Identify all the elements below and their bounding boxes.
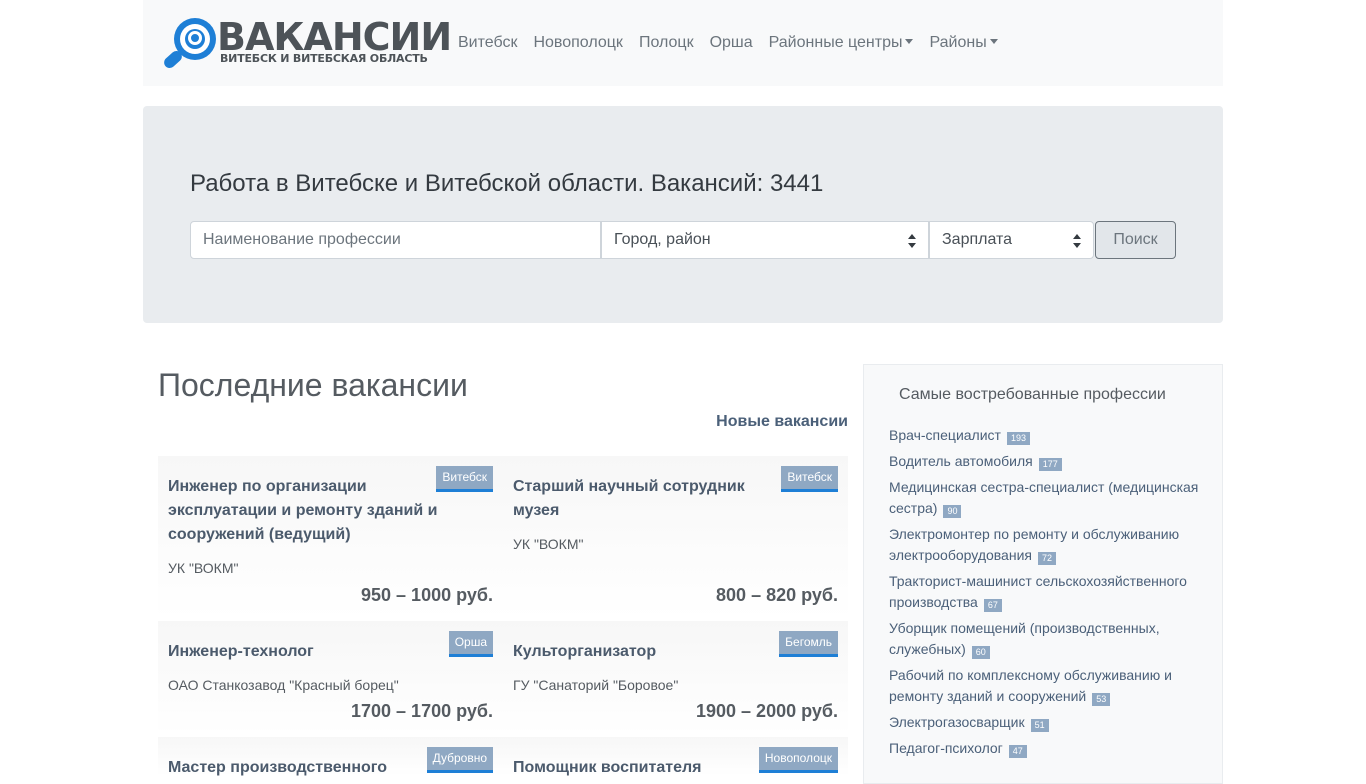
select-arrows-icon xyxy=(1073,234,1081,248)
logo-word: ВАКАНСИИ xyxy=(217,15,452,59)
vacancy-employer: ГУ "Санаторий "Боровое" xyxy=(513,677,679,693)
profession-count-badge: 72 xyxy=(1037,552,1056,565)
profession-link[interactable]: Уборщик помещений (производственных, слу… xyxy=(889,618,1199,660)
latest-vacancies-title: Последние вакансии xyxy=(158,367,468,403)
popular-professions-panel: Самые востребованные профессии Врач-спец… xyxy=(863,364,1223,784)
vacancy-employer: ОАО Станкозавод "Красный борец" xyxy=(168,677,399,693)
search-button[interactable]: Поиск xyxy=(1095,221,1176,259)
site-logo[interactable]: ВАКАНСИИ ВИТЕБСК И ВИТЕБСКАЯ ОБЛАСТЬ xyxy=(161,16,452,71)
profession-count-badge: 47 xyxy=(1008,745,1027,758)
hero-title: Работа в Витебске и Витебской области. В… xyxy=(190,170,824,197)
profession-label: Рабочий по комплексному обслуживанию и р… xyxy=(889,667,1172,704)
profession-label: Уборщик помещений (производственных, слу… xyxy=(889,620,1160,657)
profession-count-badge: 67 xyxy=(983,599,1002,612)
vacancy-title[interactable]: Инженер по организации эксплуатации и ре… xyxy=(168,475,448,547)
vacancy-title[interactable]: Культорганизатор xyxy=(513,640,793,664)
profession-input[interactable]: Наименование профессии xyxy=(190,221,601,259)
main-nav: Витебск Новополоцк Полоцк Орша Районные … xyxy=(450,31,1006,55)
vacancy-card[interactable]: Бегомль Культорганизатор ГУ "Санаторий "… xyxy=(503,620,848,735)
profession-label: Медицинская сестра-специалист (медицинск… xyxy=(889,479,1199,516)
vacancy-title[interactable]: Мастер производственного xyxy=(168,756,448,780)
salary-select[interactable]: Зарплата xyxy=(929,221,1094,259)
vacancy-title[interactable]: Старший научный сотрудник музея xyxy=(513,475,793,523)
new-vacancies-link[interactable]: Новые вакансии xyxy=(600,413,848,431)
profession-count-badge: 193 xyxy=(1006,432,1030,445)
profession-link[interactable]: Педагог-психолог 47 xyxy=(889,738,1199,759)
vacancy-card[interactable]: Новополоцк Помощник воспитателя xyxy=(503,736,848,776)
city-badge: Орша xyxy=(448,631,493,657)
vacancy-employer: УК "ВОКМ" xyxy=(168,560,239,576)
profession-label: Водитель автомобиля xyxy=(889,453,1033,469)
caret-down-icon xyxy=(989,39,998,44)
nav-link-orsha[interactable]: Орша xyxy=(702,31,761,55)
person-icon xyxy=(188,31,202,45)
search-hero: Работа в Витебске и Витебской области. В… xyxy=(143,106,1223,323)
vacancy-salary: 950 – 1000 руб. xyxy=(361,585,493,605)
profession-link[interactable]: Врач-специалист 193 xyxy=(889,425,1199,446)
profession-link[interactable]: Электромонтер по ремонту и обслуживанию … xyxy=(889,524,1199,566)
nav-dropdown-regional-label: Районные центры xyxy=(768,34,903,51)
vacancy-card[interactable]: Витебск Старший научный сотрудник музея … xyxy=(503,455,848,619)
city-select[interactable]: Город, район xyxy=(601,221,929,259)
profession-link[interactable]: Тракторист-машинист сельскохозяйственног… xyxy=(889,571,1199,613)
profession-link[interactable]: Электрогазосварщик 51 xyxy=(889,712,1199,733)
nav-dropdown-districts[interactable]: Районы xyxy=(921,31,1005,55)
vacancy-title[interactable]: Инженер-технолог xyxy=(168,640,448,664)
profession-label: Врач-специалист xyxy=(889,427,1001,443)
logo-subtitle: ВИТЕБСК И ВИТЕБСКАЯ ОБЛАСТЬ xyxy=(220,52,428,65)
profession-label: Педагог-психолог xyxy=(889,740,1003,756)
profession-link[interactable]: Медицинская сестра-специалист (медицинск… xyxy=(889,477,1199,519)
profession-label: Электрогазосварщик xyxy=(889,714,1025,730)
profession-count-badge: 53 xyxy=(1092,693,1111,706)
profession-label: Тракторист-машинист сельскохозяйственног… xyxy=(889,573,1187,610)
profession-label: Электромонтер по ремонту и обслуживанию … xyxy=(889,526,1180,563)
vacancy-salary: 1700 – 1700 руб. xyxy=(351,701,493,721)
nav-link-polotsk[interactable]: Полоцк xyxy=(631,31,702,55)
nav-dropdown-regional-centers[interactable]: Районные центры xyxy=(761,31,922,55)
city-select-value: Город, район xyxy=(614,231,711,248)
navbar: ВАКАНСИИ ВИТЕБСК И ВИТЕБСКАЯ ОБЛАСТЬ Вит… xyxy=(143,0,1223,86)
profession-link[interactable]: Рабочий по комплексному обслуживанию и р… xyxy=(889,665,1199,707)
vacancy-card[interactable]: Орша Инженер-технолог ОАО Станкозавод "К… xyxy=(158,620,503,735)
caret-down-icon xyxy=(905,39,914,44)
nav-link-novopolotsk[interactable]: Новополоцк xyxy=(525,31,630,55)
profession-link[interactable]: Водитель автомобиля 177 xyxy=(889,451,1199,472)
salary-select-value: Зарплата xyxy=(942,231,1013,248)
popular-professions-title: Самые востребованные профессии xyxy=(899,386,1166,403)
vacancy-employer: УК "ВОКМ" xyxy=(513,536,584,552)
vacancy-title[interactable]: Помощник воспитателя xyxy=(513,756,793,780)
profession-count-badge: 90 xyxy=(943,505,962,518)
profession-count-badge: 60 xyxy=(971,646,990,659)
nav-link-vitebsk[interactable]: Витебск xyxy=(450,31,525,55)
profession-count-badge: 177 xyxy=(1038,458,1062,471)
profession-count-badge: 51 xyxy=(1030,719,1049,732)
popular-professions-list: Врач-специалист 193 Водитель автомобиля 17… xyxy=(889,425,1199,764)
vacancy-card[interactable]: Дубровно Мастер производственного xyxy=(158,736,503,776)
vacancy-card[interactable]: Витебск Инженер по организации эксплуата… xyxy=(158,455,503,619)
vacancy-salary: 1900 – 2000 руб. xyxy=(696,701,838,721)
select-arrows-icon xyxy=(908,234,916,248)
vacancy-salary: 800 – 820 руб. xyxy=(716,585,838,605)
nav-dropdown-districts-label: Районы xyxy=(929,34,987,51)
